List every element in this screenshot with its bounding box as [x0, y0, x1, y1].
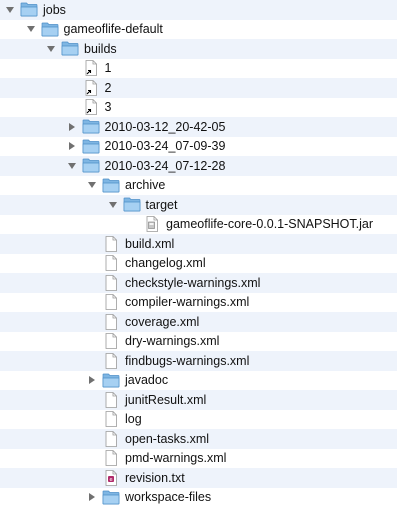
tree-row[interactable]: open-tasks.xml: [0, 429, 397, 449]
svg-text:e: e: [109, 477, 112, 483]
tree-row[interactable]: e revision.txt: [0, 468, 397, 488]
tree-row[interactable]: 2010-03-24_07-09-39: [0, 137, 397, 157]
tree-item-label: archive: [125, 177, 165, 193]
tree-row[interactable]: compiler-warnings.xml: [0, 293, 397, 313]
folder-icon: [102, 489, 120, 505]
document-icon: [102, 353, 120, 369]
tree-row[interactable]: 2: [0, 78, 397, 98]
document-icon: [102, 431, 120, 447]
disclosure-closed-icon[interactable]: [87, 492, 97, 502]
file-tree: jobs gameoflife-default builds 1 2 3 201…: [0, 0, 397, 489]
disclosure-open-icon[interactable]: [5, 5, 15, 15]
tree-row[interactable]: changelog.xml: [0, 254, 397, 274]
folder-icon: [102, 177, 120, 193]
document-icon: [102, 333, 120, 349]
tree-row[interactable]: findbugs-warnings.xml: [0, 351, 397, 371]
folder-icon: [82, 158, 100, 174]
tree-row[interactable]: jobs: [0, 0, 397, 20]
tree-item-label: 2010-03-24_07-12-28: [105, 158, 226, 174]
document-icon: [102, 392, 120, 408]
tree-item-label: build.xml: [125, 236, 174, 252]
tree-item-label: changelog.xml: [125, 255, 206, 271]
folder-icon: [41, 21, 59, 37]
tree-item-label: open-tasks.xml: [125, 431, 209, 447]
folder-icon: [20, 2, 38, 18]
tree-item-label: dry-warnings.xml: [125, 333, 219, 349]
tree-row[interactable]: log: [0, 410, 397, 430]
tree-item-label: coverage.xml: [125, 314, 199, 330]
tree-row[interactable]: dry-warnings.xml: [0, 332, 397, 352]
document-icon: [102, 255, 120, 271]
folder-icon: [102, 372, 120, 388]
tree-row[interactable]: gameoflife-default: [0, 20, 397, 40]
folder-icon: [82, 119, 100, 135]
tree-item-label: javadoc: [125, 372, 168, 388]
tree-row[interactable]: javadoc: [0, 371, 397, 391]
tree-row[interactable]: coverage.xml: [0, 312, 397, 332]
tree-row[interactable]: target: [0, 195, 397, 215]
document-icon: [102, 314, 120, 330]
folder-icon: [123, 197, 141, 213]
text-file-icon: e: [102, 470, 120, 486]
tree-row[interactable]: junitResult.xml: [0, 390, 397, 410]
disclosure-closed-icon[interactable]: [67, 141, 77, 151]
tree-item-label: revision.txt: [125, 470, 185, 486]
tree-item-label: log: [125, 411, 142, 427]
tree-row[interactable]: 1: [0, 59, 397, 79]
tree-item-label: gameoflife-default: [64, 21, 163, 37]
tree-item-label: compiler-warnings.xml: [125, 294, 249, 310]
tree-row[interactable]: 3: [0, 98, 397, 118]
tree-row[interactable]: checkstyle-warnings.xml: [0, 273, 397, 293]
tree-item-label: 1: [105, 60, 112, 76]
tree-row[interactable]: build.xml: [0, 234, 397, 254]
tree-row[interactable]: 2010-03-12_20-42-05: [0, 117, 397, 137]
disclosure-open-icon[interactable]: [108, 200, 118, 210]
tree-row[interactable]: workspace-files: [0, 488, 397, 507]
alias-icon: [82, 60, 100, 76]
alias-icon: [82, 80, 100, 96]
disclosure-open-icon[interactable]: [67, 161, 77, 171]
tree-item-label: junitResult.xml: [125, 392, 206, 408]
tree-item-label: gameoflife-core-0.0.1-SNAPSHOT.jar: [166, 216, 373, 232]
document-icon: [102, 450, 120, 466]
tree-item-label: checkstyle-warnings.xml: [125, 275, 260, 291]
folder-icon: [82, 138, 100, 154]
document-icon: [102, 275, 120, 291]
disclosure-open-icon[interactable]: [26, 24, 36, 34]
tree-item-label: target: [146, 197, 178, 213]
tree-item-label: pmd-warnings.xml: [125, 450, 226, 466]
tree-item-label: 2: [105, 80, 112, 96]
tree-item-label: findbugs-warnings.xml: [125, 353, 249, 369]
disclosure-open-icon[interactable]: [46, 44, 56, 54]
tree-row[interactable]: gameoflife-core-0.0.1-SNAPSHOT.jar: [0, 215, 397, 235]
jar-file-icon: [143, 216, 161, 232]
tree-item-label: 3: [105, 99, 112, 115]
document-icon: [102, 294, 120, 310]
tree-row[interactable]: 2010-03-24_07-12-28: [0, 156, 397, 176]
disclosure-open-icon[interactable]: [87, 180, 97, 190]
tree-item-label: workspace-files: [125, 489, 211, 505]
tree-item-label: 2010-03-12_20-42-05: [105, 119, 226, 135]
folder-icon: [61, 41, 79, 57]
tree-row[interactable]: pmd-warnings.xml: [0, 449, 397, 469]
tree-item-label: jobs: [43, 2, 66, 18]
tree-item-label: 2010-03-24_07-09-39: [105, 138, 226, 154]
tree-row[interactable]: archive: [0, 176, 397, 196]
disclosure-closed-icon[interactable]: [87, 375, 97, 385]
disclosure-closed-icon[interactable]: [67, 122, 77, 132]
tree-item-label: builds: [84, 41, 117, 57]
tree-row[interactable]: builds: [0, 39, 397, 59]
alias-icon: [82, 99, 100, 115]
document-icon: [102, 236, 120, 252]
document-icon: [102, 411, 120, 427]
